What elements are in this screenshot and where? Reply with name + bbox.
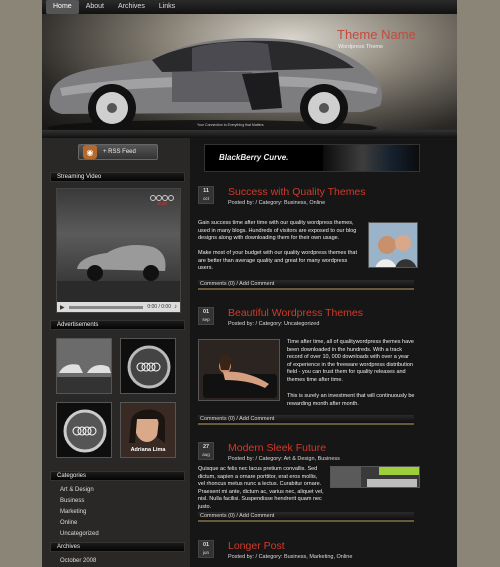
video-seek-bar[interactable] (68, 305, 144, 309)
post-image (368, 222, 418, 268)
add-comment-link[interactable]: Add Comment (239, 416, 274, 422)
banner-image (323, 145, 419, 171)
archives-heading: Archives (50, 542, 185, 552)
video-screen[interactable]: audi (57, 189, 180, 302)
post-footer: Comments (0) / Add Comment (198, 512, 414, 522)
main-content: BlackBerry Curve. 11 oct Success with Qu… (190, 138, 457, 567)
post-meta: Posted by: / Category: Business, Marketi… (228, 554, 353, 560)
post-date-badge: 01 sep (198, 307, 214, 325)
comments-link[interactable]: Comments (0) (200, 513, 235, 519)
streaming-video-heading: Streaming Video (50, 172, 185, 182)
nav-item-home[interactable]: Home (46, 0, 79, 14)
add-comment-link[interactable]: Add Comment (239, 281, 274, 287)
video-time: 0:00 / 0:00 (147, 304, 171, 310)
play-icon[interactable]: ▶ (60, 304, 65, 311)
post-paragraph: Make most of your budget with our qualit… (198, 250, 357, 271)
cars-ad-image (57, 339, 111, 393)
comments-link[interactable]: Comments (0) (200, 416, 235, 422)
post-date-badge: 11 oct (198, 186, 214, 204)
site-tagline: Wordpress Theme (338, 44, 384, 50)
ad-tile-audi-logo[interactable] (120, 338, 176, 394)
nav-item-links[interactable]: Links (152, 0, 182, 14)
category-link[interactable]: Online (60, 518, 99, 529)
post-date-badge: 27 aug (198, 442, 214, 460)
category-link[interactable]: Business (60, 496, 99, 507)
nav-item-archives[interactable]: Archives (111, 0, 152, 14)
blackberry-banner-ad[interactable]: BlackBerry Curve. (204, 144, 420, 172)
post-date-month: aug (202, 452, 210, 457)
post-title[interactable]: Modern Sleek Future (228, 442, 326, 454)
woman-on-couch-photo (199, 340, 279, 400)
post-footer: Comments (0) / Add Comment (198, 415, 414, 425)
advertisements-heading: Advertisements (50, 320, 185, 330)
post-title[interactable]: Beautiful Wordpress Themes (228, 307, 363, 319)
modern-interior-photo (331, 467, 419, 487)
video-controls: ▶ 0:00 / 0:00 ♪ (57, 302, 180, 312)
post-date-month: oct (202, 196, 209, 201)
video-player[interactable]: audi ▶ 0:00 / 0:00 ♪ (56, 188, 181, 313)
page: Home About Archives Links Theme Name Wor… (42, 0, 457, 567)
top-navigation: Home About Archives Links (42, 0, 457, 14)
header: Theme Name Wordpress Theme Your Connecti… (42, 14, 457, 138)
audi-logo-icon (127, 345, 171, 389)
ad-tile-portrait[interactable]: Adriana Lima (120, 402, 176, 458)
advertisement-grid: Adriana Lima (56, 338, 181, 468)
post-image (198, 339, 280, 401)
post-date-day: 11 (203, 188, 209, 194)
post-title[interactable]: Success with Quality Themes (228, 186, 366, 198)
post-date-badge: 01 jun (198, 540, 214, 558)
post-image (330, 466, 420, 488)
post-date-day: 01 (202, 309, 210, 315)
category-link[interactable]: Uncategorized (60, 529, 99, 540)
post-meta: Posted by: / Category: Business, Online (228, 200, 326, 206)
rss-feed-label: + RSS Feed (103, 149, 136, 155)
post-meta: Posted by: / Category: Uncategorized (228, 321, 320, 327)
post-date-day: 27 (202, 444, 210, 450)
post-date-month: jun (202, 550, 209, 555)
ad-caption: Adriana Lima (130, 447, 166, 453)
category-link[interactable]: Art & Design (60, 485, 99, 496)
car-image (47, 38, 382, 136)
ad-tile-audi-hubcap[interactable] (56, 402, 112, 458)
category-link[interactable]: Marketing (60, 507, 99, 518)
volume-icon[interactable]: ♪ (174, 304, 177, 310)
post-title[interactable]: Longer Post (228, 540, 285, 552)
banner-text: BlackBerry Curve. (219, 153, 289, 162)
add-comment-link[interactable]: Add Comment (239, 513, 274, 519)
header-divider (42, 130, 457, 138)
ad-tile-cars[interactable] (56, 338, 112, 394)
nav-item-about[interactable]: About (79, 0, 111, 14)
video-car-image (57, 245, 180, 302)
post-date-day: 01 (202, 542, 210, 548)
comments-link[interactable]: Comments (0) (200, 281, 235, 287)
rss-icon: ◉ (83, 145, 97, 159)
archive-link[interactable]: October 2008 (60, 558, 96, 564)
post-paragraph: Quisque ac felis nec lacus pretium conva… (198, 466, 324, 510)
categories-heading: Categories (50, 471, 185, 481)
post-paragraph: Time after time, all of qualitywordpress… (287, 339, 414, 383)
category-list: Art & Design Business Marketing Online U… (60, 485, 99, 540)
couple-photo (369, 223, 417, 267)
rss-feed-button[interactable]: ◉ + RSS Feed (78, 144, 158, 160)
post-paragraph: This is surely an investment that will c… (287, 393, 415, 407)
sidebar: ◉ + RSS Feed Streaming Video audi ▶ 0:00… (42, 138, 190, 567)
site-title[interactable]: Theme Name (337, 27, 416, 42)
post-paragraph: Gain success time after time with our qu… (198, 220, 357, 241)
post-meta: Posted by: / Category: Art & Design, Bus… (228, 456, 340, 462)
post-footer: Comments (0) / Add Comment (198, 280, 414, 290)
car-caption: Your Connection to Everything that Matte… (197, 123, 264, 127)
post-date-month: sep (202, 317, 210, 322)
audi-hubcap-icon (63, 409, 107, 453)
